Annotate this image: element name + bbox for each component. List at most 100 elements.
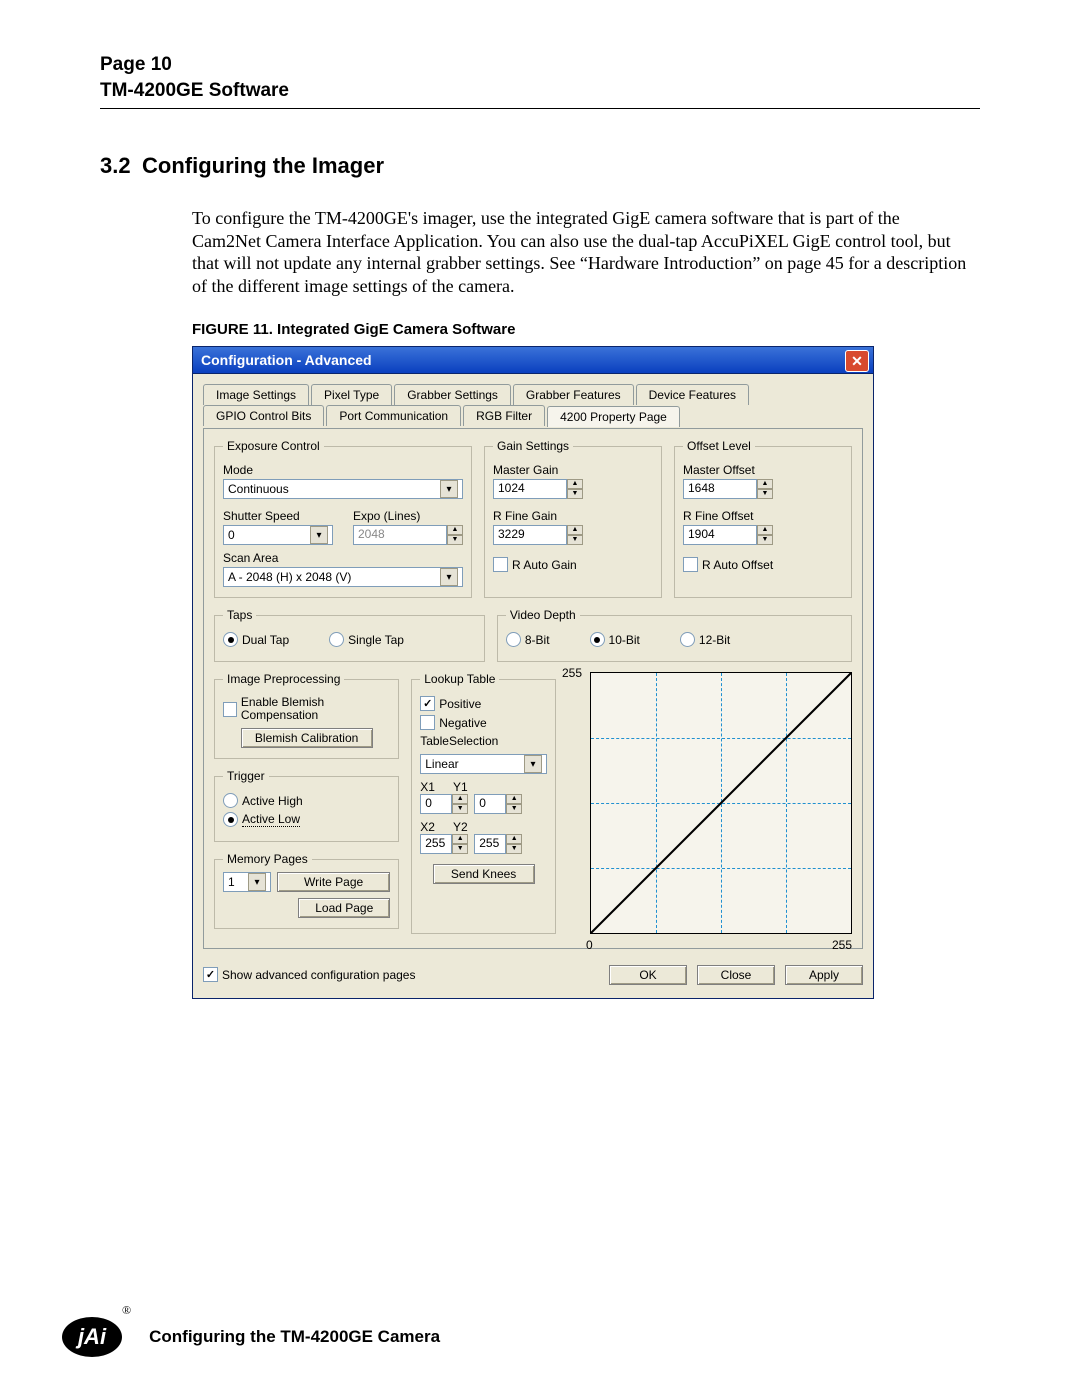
- load-page-button[interactable]: Load Page: [298, 898, 390, 918]
- blemish-check[interactable]: Enable Blemish Compensation: [223, 696, 390, 722]
- scan-select[interactable]: A - 2048 (H) x 2048 (V) ▾: [223, 567, 463, 587]
- 12bit-radio[interactable]: 12-Bit: [680, 632, 730, 647]
- tab-gpio[interactable]: GPIO Control Bits: [203, 405, 324, 426]
- shutter-select[interactable]: 0 ▾: [223, 525, 333, 545]
- scan-label: Scan Area: [223, 551, 463, 565]
- body-paragraph: To configure the TM-4200GE's imager, use…: [192, 207, 972, 297]
- tab-strip: Image Settings Pixel Type Grabber Settin…: [203, 384, 863, 428]
- y2-spin[interactable]: 255▲▼: [474, 834, 522, 854]
- master-offset-value: 1648: [683, 479, 757, 499]
- tab-4200-property[interactable]: 4200 Property Page: [547, 406, 680, 427]
- negative-check[interactable]: Negative: [420, 715, 547, 730]
- chevron-down-icon: ▾: [440, 568, 458, 586]
- dual-tap-radio[interactable]: Dual Tap: [223, 632, 289, 647]
- y1-label: Y1: [453, 780, 468, 794]
- spinner-icon[interactable]: ▲▼: [567, 525, 583, 545]
- expo-spin[interactable]: 2048 ▲▼: [353, 525, 463, 545]
- spinner-icon[interactable]: ▲▼: [452, 834, 468, 854]
- show-advanced-check[interactable]: Show advanced configuration pages: [203, 967, 599, 982]
- y2-label: Y2: [453, 820, 468, 834]
- lut-plot-area: 255: [568, 672, 852, 934]
- plot-origin: 0: [586, 938, 593, 952]
- lut-plot: [590, 672, 852, 934]
- taps-legend: Taps: [223, 608, 256, 622]
- master-gain-spin[interactable]: 1024 ▲▼: [493, 479, 583, 499]
- active-low-radio[interactable]: Active Low: [223, 812, 390, 827]
- active-high-radio[interactable]: Active High: [223, 793, 390, 808]
- auto-offset-check[interactable]: R Auto Offset: [683, 557, 843, 572]
- mode-value: Continuous: [228, 482, 289, 496]
- rfine-offset-spin[interactable]: 1904 ▲▼: [683, 525, 773, 545]
- tab-device-features[interactable]: Device Features: [636, 384, 749, 405]
- x1-spin[interactable]: 0▲▼: [420, 794, 468, 814]
- ok-button[interactable]: OK: [609, 965, 687, 985]
- mode-select[interactable]: Continuous ▾: [223, 479, 463, 499]
- blemish-calibration-button[interactable]: Blemish Calibration: [241, 728, 373, 748]
- negative-label: Negative: [439, 716, 486, 730]
- rfine-offset-value: 1904: [683, 525, 757, 545]
- lut-group: Lookup Table Positive Negative TableSele…: [411, 672, 556, 934]
- spinner-icon[interactable]: ▲▼: [506, 794, 522, 814]
- tab-port-comm[interactable]: Port Communication: [326, 405, 461, 426]
- master-offset-spin[interactable]: 1648 ▲▼: [683, 479, 773, 499]
- memory-page-select[interactable]: 1 ▾: [223, 872, 271, 892]
- trigger-legend: Trigger: [223, 769, 269, 783]
- video-depth-group: Video Depth 8-Bit 10-Bit: [497, 608, 852, 662]
- section-title: Configuring the Imager: [142, 153, 384, 179]
- x2-spin[interactable]: 255▲▼: [420, 834, 468, 854]
- write-page-button[interactable]: Write Page: [277, 872, 390, 892]
- 8bit-radio[interactable]: 8-Bit: [506, 632, 550, 647]
- x2-label: X2: [420, 820, 435, 834]
- radio-icon: [590, 632, 605, 647]
- page-number: Page 10: [100, 54, 980, 76]
- rfine-gain-spin[interactable]: 3229 ▲▼: [493, 525, 583, 545]
- master-gain-label: Master Gain: [493, 463, 653, 477]
- spinner-icon[interactable]: ▲▼: [757, 525, 773, 545]
- header-rule: [100, 108, 980, 109]
- checkbox-icon: [493, 557, 508, 572]
- y1-value: 0: [474, 794, 506, 814]
- expo-value: 2048: [353, 525, 447, 545]
- apply-button[interactable]: Apply: [785, 965, 863, 985]
- offset-legend: Offset Level: [683, 439, 755, 453]
- tablesel-value: Linear: [425, 757, 458, 771]
- tablesel-select[interactable]: Linear ▾: [420, 754, 547, 774]
- spinner-icon[interactable]: ▲▼: [506, 834, 522, 854]
- tab-grabber-features[interactable]: Grabber Features: [513, 384, 634, 405]
- active-high-label: Active High: [242, 794, 303, 808]
- tab-pixel-type[interactable]: Pixel Type: [311, 384, 392, 405]
- single-tap-label: Single Tap: [348, 633, 404, 647]
- radio-icon: [680, 632, 695, 647]
- single-tap-radio[interactable]: Single Tap: [329, 632, 404, 647]
- checkbox-icon: [223, 702, 237, 717]
- auto-gain-label: R Auto Gain: [512, 558, 577, 572]
- x1-label: X1: [420, 780, 435, 794]
- master-offset-label: Master Offset: [683, 463, 843, 477]
- tab-rgb-filter[interactable]: RGB Filter: [463, 405, 545, 426]
- plot-x-max: 255: [832, 938, 852, 952]
- close-icon[interactable]: ✕: [845, 350, 869, 372]
- checkbox-icon: [683, 557, 698, 572]
- figure-caption: FIGURE 11. Integrated GigE Camera Softwa…: [192, 321, 972, 338]
- trigger-group: Trigger Active High Active Low: [214, 769, 399, 842]
- radio-icon: [223, 812, 238, 827]
- send-knees-button[interactable]: Send Knees: [433, 864, 535, 884]
- close-button[interactable]: Close: [697, 965, 775, 985]
- spinner-icon[interactable]: ▲▼: [567, 479, 583, 499]
- y1-spin[interactable]: 0▲▼: [474, 794, 522, 814]
- chevron-down-icon: ▾: [248, 873, 266, 891]
- positive-check[interactable]: Positive: [420, 696, 547, 711]
- spinner-icon[interactable]: ▲▼: [757, 479, 773, 499]
- tab-grabber-settings[interactable]: Grabber Settings: [394, 384, 511, 405]
- tab-image-settings[interactable]: Image Settings: [203, 384, 309, 405]
- 8bit-label: 8-Bit: [525, 633, 550, 647]
- auto-gain-check[interactable]: R Auto Gain: [493, 557, 653, 572]
- preproc-group: Image Preprocessing Enable Blemish Compe…: [214, 672, 399, 759]
- spinner-icon[interactable]: ▲▼: [452, 794, 468, 814]
- chevron-down-icon: ▾: [310, 526, 328, 544]
- spinner-icon[interactable]: ▲▼: [447, 525, 463, 545]
- 10bit-radio[interactable]: 10-Bit: [590, 632, 640, 647]
- offset-group: Offset Level Master Offset 1648 ▲▼ R Fin…: [674, 439, 852, 598]
- tablesel-label: TableSelection: [420, 734, 547, 748]
- shutter-value: 0: [228, 528, 235, 542]
